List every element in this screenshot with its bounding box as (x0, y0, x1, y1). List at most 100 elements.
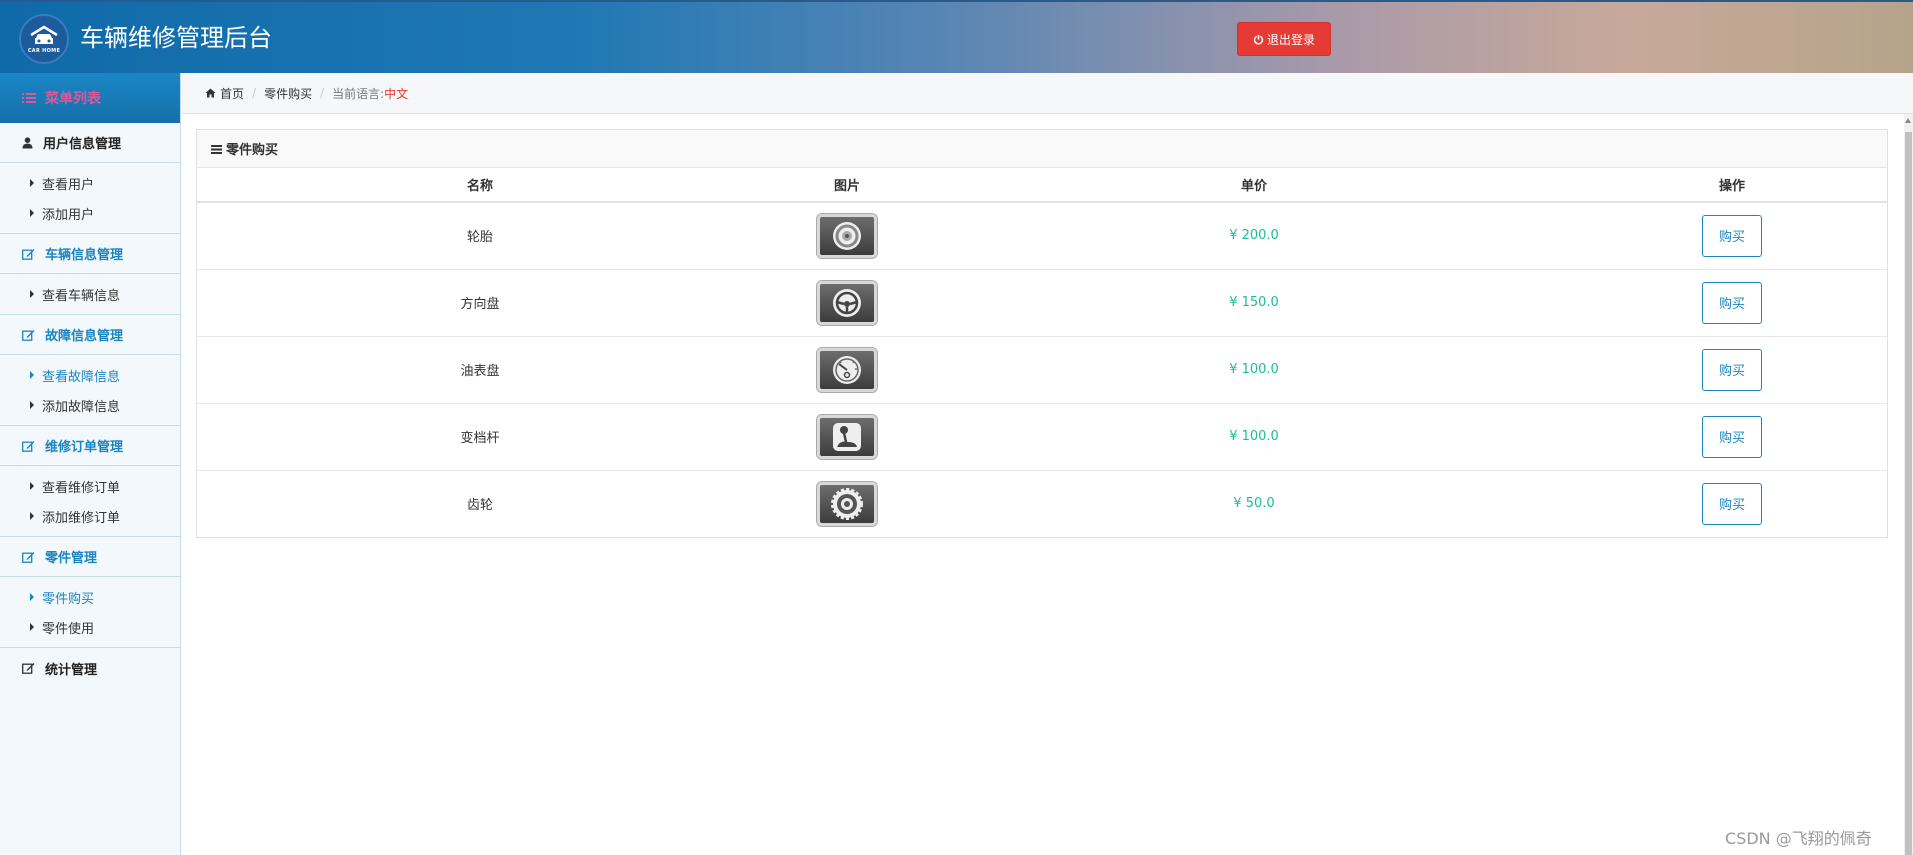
home-icon (205, 88, 216, 98)
list-icon (22, 93, 36, 103)
sidebar-item-label: 查看车辆信息 (42, 288, 121, 304)
sidebar-item-label: 添加故障信息 (42, 399, 121, 415)
buy-button[interactable]: 购买 (1702, 415, 1762, 458)
sidebar-sublist-fault: 查看故障信息 添加故障信息 (0, 355, 180, 426)
sidebar-group-label: 零件管理 (45, 551, 98, 566)
sidebar-sublist-user: 查看用户 添加用户 (0, 163, 180, 234)
caret-right-icon (30, 401, 34, 409)
panel-title: 零件购买 (197, 130, 1887, 168)
page-scrollbar[interactable] (1904, 114, 1913, 855)
column-header-image: 图片 (763, 168, 931, 203)
caret-right-icon (30, 512, 34, 520)
sidebar-sublist-repair-order: 查看维修订单 添加维修订单 (0, 466, 180, 537)
watermark: CSDN @飞翔的佩奇 (1725, 829, 1872, 848)
breadcrumb-separator: / (252, 86, 257, 100)
part-name: 方向盘 (197, 269, 763, 337)
breadcrumb-home[interactable]: 首页 (220, 85, 244, 102)
sidebar-item-parts-usage[interactable]: 零件使用 (0, 612, 180, 642)
sidebar-item-label: 零件使用 (42, 621, 95, 637)
part-name: 齿轮 (466, 498, 493, 514)
top-header: CAR HOME 车辆维修管理后台 退出登录 (0, 0, 1913, 73)
sidebar-sublist-parts: 零件购买 零件使用 (0, 577, 180, 648)
sidebar-group-statistics[interactable]: 统计管理 (0, 648, 180, 688)
part-name: 油表盘 (197, 336, 763, 404)
table-row: 油表盘 ¥ 100.0 购买 (197, 336, 1887, 404)
caret-right-icon (30, 623, 34, 631)
part-name: 变档杆 (197, 403, 763, 471)
column-header-price: 单价 (931, 168, 1577, 203)
table-row: 方向盘 ¥ 150.0 购买 (197, 269, 1887, 337)
scroll-up-arrow-icon[interactable] (1905, 118, 1911, 123)
caret-right-icon (30, 482, 34, 490)
buy-button[interactable]: 购买 (1702, 482, 1762, 525)
sidebar-group-label: 维修订单管理 (45, 440, 124, 455)
fuel-gauge-icon (817, 347, 877, 392)
sidebar-sublist-vehicle: 查看车辆信息 (0, 274, 180, 315)
sidebar-item-label: 添加维修订单 (42, 510, 121, 526)
part-price: ¥ 100.0 (931, 336, 1577, 404)
sidebar-group-label: 用户信息管理 (43, 137, 122, 152)
edit-icon (22, 248, 35, 260)
sidebar-item-add-repair-order[interactable]: 添加维修订单 (0, 501, 180, 531)
sidebar-group-user[interactable]: 用户信息管理 (0, 123, 180, 163)
column-header-name: 名称 (197, 168, 763, 203)
sidebar-item-label: 添加用户 (42, 207, 95, 223)
buy-button[interactable]: 购买 (1702, 348, 1762, 391)
part-price: ¥ 100.0 (931, 403, 1577, 471)
app-title: 车辆维修管理后台 (80, 24, 272, 52)
caret-right-icon (30, 179, 34, 187)
sidebar-item-view-vehicles[interactable]: 查看车辆信息 (0, 279, 180, 309)
edit-icon (22, 329, 35, 341)
sidebar: 菜单列表 用户信息管理 查看用户 添加用户 车辆信息管理 查看车辆信息 故障信息… (0, 73, 181, 855)
scrollbar-thumb[interactable] (1905, 132, 1912, 855)
tire-icon (817, 213, 877, 258)
part-name: 轮胎 (197, 202, 763, 270)
sidebar-item-label: 查看故障信息 (42, 369, 121, 385)
sidebar-menu-title: 菜单列表 (45, 91, 101, 107)
edit-icon (22, 663, 35, 674)
sidebar-item-add-fault[interactable]: 添加故障信息 (0, 390, 180, 420)
user-icon (22, 136, 33, 148)
part-price: ¥ 50.0 (1233, 496, 1275, 512)
logo-text: CAR HOME (27, 47, 61, 54)
sidebar-item-label: 零件购买 (42, 591, 95, 607)
sidebar-group-fault[interactable]: 故障信息管理 (0, 315, 180, 355)
sidebar-item-view-faults[interactable]: 查看故障信息 (0, 360, 180, 390)
sidebar-group-repair-order[interactable]: 维修订单管理 (0, 426, 180, 466)
sidebar-item-add-user[interactable]: 添加用户 (0, 198, 180, 228)
car-home-logo: CAR HOME (19, 14, 69, 64)
steering-wheel-icon (817, 280, 877, 325)
bars-icon (211, 144, 222, 154)
buy-button[interactable]: 购买 (1702, 281, 1762, 324)
car-house-icon (30, 25, 58, 44)
part-price: ¥ 200.0 (931, 202, 1577, 270)
sidebar-group-label: 统计管理 (45, 662, 98, 678)
breadcrumb: 首页 / 零件购买 / 当前语言: 中文 (181, 73, 1913, 114)
sidebar-item-parts-purchase[interactable]: 零件购买 (0, 582, 180, 612)
breadcrumb-separator: / (320, 86, 325, 100)
caret-right-icon (30, 209, 34, 217)
logout-label: 退出登录 (1266, 32, 1315, 47)
edit-icon (22, 551, 35, 563)
parts-purchase-panel: 零件购买 名称 图片 单价 操作 轮胎 ¥ 200.0 购买 方向盘 ¥ 150… (196, 129, 1888, 538)
sidebar-group-vehicle[interactable]: 车辆信息管理 (0, 234, 180, 274)
buy-button[interactable]: 购买 (1702, 214, 1762, 257)
panel-title-label: 零件购买 (226, 143, 279, 158)
gear-shift-icon (817, 414, 877, 459)
table-row: 轮胎 ¥ 200.0 购买 (197, 202, 1887, 270)
column-header-action: 操作 (1577, 168, 1887, 203)
sidebar-item-view-repair-orders[interactable]: 查看维修订单 (0, 471, 180, 501)
gear-icon (817, 481, 877, 526)
caret-right-icon (30, 290, 34, 298)
sidebar-item-view-users[interactable]: 查看用户 (0, 168, 180, 198)
logout-button[interactable]: 退出登录 (1237, 22, 1331, 56)
power-icon (1253, 34, 1264, 44)
sidebar-group-label: 故障信息管理 (45, 329, 124, 344)
sidebar-group-parts[interactable]: 零件管理 (0, 537, 180, 577)
sidebar-group-label: 车辆信息管理 (45, 248, 124, 263)
part-price: ¥ 150.0 (931, 269, 1577, 337)
edit-icon (22, 440, 35, 452)
table-row: 齿轮 ¥ 50.0 购买 (197, 470, 1887, 537)
breadcrumb-language-value[interactable]: 中文 (384, 85, 408, 102)
sidebar-item-label: 查看用户 (42, 177, 95, 193)
